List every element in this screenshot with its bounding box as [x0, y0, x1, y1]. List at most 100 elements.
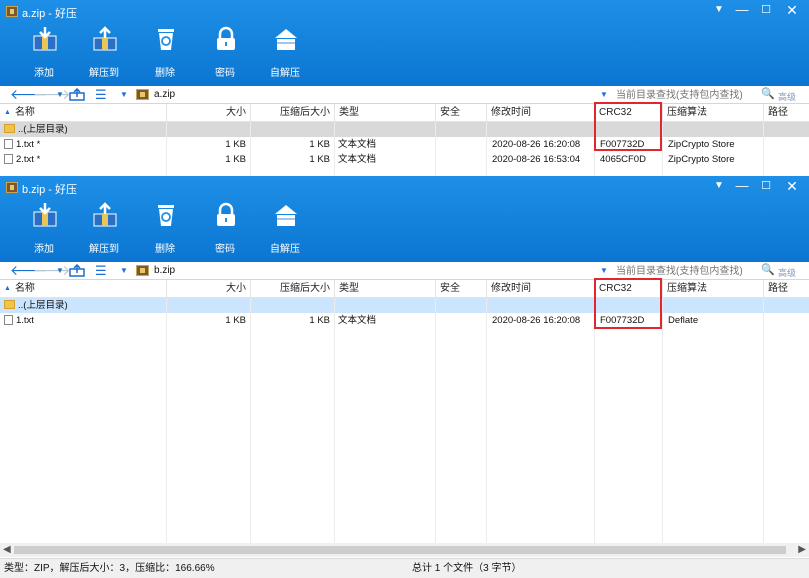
add-label: 添加	[34, 68, 54, 79]
delete-label: 删除	[155, 244, 175, 255]
file-type: 文本文档	[338, 154, 377, 165]
password-button[interactable]: 密码	[200, 200, 250, 256]
col-crc[interactable]: CRC32	[594, 104, 662, 122]
table-row[interactable]: 2.txt * 1 KB 1 KB 文本文档 2020-08-26 16:53:…	[0, 152, 809, 167]
extract-to-label: 解压到	[89, 68, 119, 79]
col-size[interactable]: 大小	[166, 280, 250, 298]
scroll-left-icon[interactable]: ◀	[3, 543, 11, 557]
minimize-button[interactable]: —	[731, 2, 753, 18]
search-input[interactable]	[616, 264, 756, 278]
self-extract-button[interactable]: 自解压	[260, 200, 310, 256]
column-headers: ▲ 名称 大小 压缩后大小 类型 安全 修改时间 CRC32 压缩算法 路径	[0, 280, 809, 298]
maximize-button[interactable]: ☐	[755, 2, 777, 18]
column-headers: ▲ 名称 大小 压缩后大小 类型 安全 修改时间 CRC32 压缩算法 路径	[0, 104, 809, 122]
file-crc: F007732D	[600, 315, 645, 326]
col-crc[interactable]: CRC32	[594, 280, 662, 298]
path-text[interactable]: b.zip	[154, 265, 175, 276]
file-size: 1 KB	[225, 315, 246, 326]
up-folder-icon[interactable]	[69, 264, 85, 277]
extract-icon	[93, 202, 117, 227]
col-type[interactable]: 类型	[334, 280, 435, 298]
sort-up-icon: ▲	[4, 285, 11, 292]
add-button[interactable]: 添加	[19, 200, 69, 256]
lock-icon	[217, 202, 235, 226]
window-title: a.zip - 好压	[22, 8, 78, 20]
forward-arrow-icon[interactable]: 🡒	[33, 262, 71, 279]
search-dropdown-icon[interactable]: ▼	[600, 90, 608, 99]
folder-icon	[4, 124, 15, 133]
parent-dir-row[interactable]: ..(上层目录)	[0, 298, 809, 313]
extract-icon	[93, 26, 117, 51]
delete-button[interactable]: 删除	[140, 24, 190, 80]
file-size: 1 KB	[225, 154, 246, 165]
zip-archive-icon	[6, 182, 18, 193]
history-dropdown-icon[interactable]: ▼	[56, 266, 64, 275]
col-path[interactable]: 路径	[763, 104, 809, 122]
password-button[interactable]: 密码	[200, 24, 250, 80]
archive-add-icon	[33, 203, 57, 227]
horizontal-scrollbar[interactable]: ◀ ▶	[0, 543, 809, 557]
history-dropdown-icon[interactable]: ▼	[56, 90, 64, 99]
scroll-right-icon[interactable]: ▶	[798, 543, 806, 557]
view-list-icon[interactable]: ☰	[95, 87, 107, 102]
file-name: 1.txt	[16, 315, 34, 326]
col-type[interactable]: 类型	[334, 104, 435, 122]
path-text[interactable]: a.zip	[154, 89, 175, 100]
file-method: ZipCrypto Store	[668, 154, 735, 165]
archive-window-b: b.zip - 好压 ▼ — ☐ ✕ 添加 解压到 删除 密码 自解压 🡐 🡒 …	[0, 176, 809, 578]
table-row[interactable]: 1.txt * 1 KB 1 KB 文本文档 2020-08-26 16:20:…	[0, 137, 809, 152]
add-button[interactable]: 添加	[19, 24, 69, 80]
view-dropdown-icon[interactable]: ▼	[120, 266, 128, 275]
parent-dir-label: ..(上层目录)	[18, 124, 68, 135]
col-security[interactable]: 安全	[435, 280, 486, 298]
col-name[interactable]: ▲ 名称	[0, 280, 166, 298]
archive-add-icon	[33, 27, 57, 51]
up-folder-icon[interactable]	[69, 88, 85, 101]
close-button[interactable]: ✕	[781, 2, 803, 18]
column-divider	[334, 298, 335, 543]
advanced-search-link[interactable]: 高级	[778, 90, 796, 103]
col-security[interactable]: 安全	[435, 104, 486, 122]
extract-to-button[interactable]: 解压到	[79, 200, 129, 256]
col-packed[interactable]: 压缩后大小	[250, 280, 334, 298]
minimize-button[interactable]: —	[731, 178, 753, 194]
maximize-button[interactable]: ☐	[755, 178, 777, 194]
col-size[interactable]: 大小	[166, 104, 250, 122]
table-row[interactable]: 1.txt 1 KB 1 KB 文本文档 2020-08-26 16:20:08…	[0, 313, 809, 328]
view-dropdown-icon[interactable]: ▼	[120, 90, 128, 99]
menu-dropdown-icon[interactable]: ▼	[708, 178, 730, 194]
menu-dropdown-icon[interactable]: ▼	[708, 2, 730, 18]
self-extract-icon	[275, 205, 297, 226]
zip-archive-icon	[6, 6, 18, 17]
search-icon[interactable]: 🔍	[761, 263, 775, 276]
col-modified[interactable]: 修改时间	[486, 280, 594, 298]
scrollbar-thumb[interactable]	[14, 546, 786, 554]
col-path[interactable]: 路径	[763, 280, 809, 298]
col-modified[interactable]: 修改时间	[486, 104, 594, 122]
col-packed[interactable]: 压缩后大小	[250, 104, 334, 122]
folder-icon	[4, 300, 15, 309]
col-name[interactable]: ▲ 名称	[0, 104, 166, 122]
extract-to-button[interactable]: 解压到	[79, 24, 129, 80]
search-dropdown-icon[interactable]: ▼	[600, 266, 608, 275]
close-button[interactable]: ✕	[781, 178, 803, 194]
view-list-icon[interactable]: ☰	[95, 263, 107, 278]
zip-archive-icon	[136, 265, 149, 276]
self-extract-button[interactable]: 自解压	[260, 24, 310, 80]
lock-icon	[217, 26, 235, 50]
parent-dir-row[interactable]: ..(上层目录)	[0, 122, 809, 137]
col-name-label: 名称	[14, 283, 35, 294]
address-bar: 🡐 🡒 ▼ ☰ ▼ b.zip ▼ 🔍 高级	[0, 262, 809, 280]
search-input[interactable]	[616, 88, 756, 102]
delete-button[interactable]: 删除	[140, 200, 190, 256]
forward-arrow-icon[interactable]: 🡒	[33, 86, 71, 103]
window-title: b.zip - 好压	[22, 184, 78, 196]
col-method[interactable]: 压缩算法	[662, 104, 763, 122]
zip-archive-icon	[136, 89, 149, 100]
search-icon[interactable]: 🔍	[761, 87, 775, 100]
advanced-search-link[interactable]: 高级	[778, 266, 796, 279]
title-bar: b.zip - 好压 ▼ — ☐ ✕ 添加 解压到 删除 密码 自解压	[0, 176, 809, 262]
title-bar: a.zip - 好压 ▼ — ☐ ✕ 添加 解压到 删除 密码 自解压	[0, 0, 809, 86]
col-method[interactable]: 压缩算法	[662, 280, 763, 298]
file-method: ZipCrypto Store	[668, 139, 735, 150]
